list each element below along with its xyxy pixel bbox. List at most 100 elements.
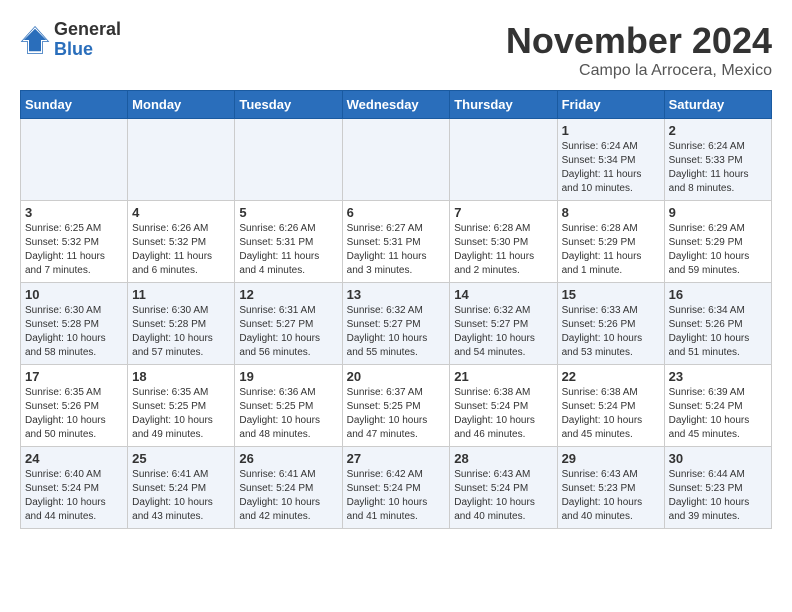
calendar-cell: 1 Sunrise: 6:24 AMSunset: 5:34 PMDaylight… <box>557 119 664 201</box>
calendar-week-row: 17 Sunrise: 6:35 AMSunset: 5:26 PMDayligh… <box>21 365 772 447</box>
calendar-cell: 18 Sunrise: 6:35 AMSunset: 5:25 PMDayligh… <box>128 365 235 447</box>
calendar-cell <box>450 119 557 201</box>
day-info: Sunrise: 6:26 AMSunset: 5:31 PMDaylight:… <box>239 222 337 278</box>
day-info: Sunrise: 6:29 AMSunset: 5:29 PMDaylight:… <box>669 222 767 278</box>
day-info: Sunrise: 6:26 AMSunset: 5:32 PMDaylight:… <box>132 222 230 278</box>
day-number: 5 <box>239 205 337 220</box>
logo: General Blue <box>20 20 121 60</box>
calendar-cell: 17 Sunrise: 6:35 AMSunset: 5:26 PMDayligh… <box>21 365 128 447</box>
day-number: 16 <box>669 287 767 302</box>
day-number: 29 <box>562 451 660 466</box>
day-info: Sunrise: 6:30 AMSunset: 5:28 PMDaylight:… <box>132 304 230 360</box>
calendar-week-row: 10 Sunrise: 6:30 AMSunset: 5:28 PMDayligh… <box>21 283 772 365</box>
weekday-header: Friday <box>557 91 664 119</box>
day-number: 7 <box>454 205 552 220</box>
calendar-cell: 8 Sunrise: 6:28 AMSunset: 5:29 PMDaylight… <box>557 201 664 283</box>
day-info: Sunrise: 6:28 AMSunset: 5:30 PMDaylight:… <box>454 222 552 278</box>
calendar-header: SundayMondayTuesdayWednesdayThursdayFrid… <box>21 91 772 119</box>
calendar-cell: 25 Sunrise: 6:41 AMSunset: 5:24 PMDayligh… <box>128 447 235 529</box>
header: General Blue November 2024 Campo la Arro… <box>20 20 772 80</box>
calendar-cell: 6Sunrise: 6:27 AMSunset: 5:31 PMDaylight… <box>342 201 450 283</box>
calendar-cell: 21Sunrise: 6:38 AMSunset: 5:24 PMDayligh… <box>450 365 557 447</box>
calendar: SundayMondayTuesdayWednesdayThursdayFrid… <box>20 90 772 529</box>
calendar-cell: 22 Sunrise: 6:38 AMSunset: 5:24 PMDayligh… <box>557 365 664 447</box>
calendar-cell: 3 Sunrise: 6:25 AMSunset: 5:32 PMDaylight… <box>21 201 128 283</box>
day-number: 24 <box>25 451 123 466</box>
day-number: 27 <box>347 451 446 466</box>
day-info: Sunrise: 6:42 AMSunset: 5:24 PMDaylight:… <box>347 468 446 524</box>
location: Campo la Arrocera, Mexico <box>506 62 772 80</box>
day-number: 9 <box>669 205 767 220</box>
day-number: 15 <box>562 287 660 302</box>
day-info: Sunrise: 6:34 AMSunset: 5:26 PMDaylight:… <box>669 304 767 360</box>
calendar-week-row: 24 Sunrise: 6:40 AMSunset: 5:24 PMDayligh… <box>21 447 772 529</box>
day-info: Sunrise: 6:38 AMSunset: 5:24 PMDaylight:… <box>562 386 660 442</box>
day-number: 1 <box>562 123 660 138</box>
day-number: 21 <box>454 369 552 384</box>
day-info: Sunrise: 6:32 AMSunset: 5:27 PMDaylight:… <box>454 304 552 360</box>
day-number: 4 <box>132 205 230 220</box>
day-info: Sunrise: 6:24 AMSunset: 5:34 PMDaylight:… <box>562 140 660 196</box>
day-info: Sunrise: 6:40 AMSunset: 5:24 PMDaylight:… <box>25 468 123 524</box>
day-number: 18 <box>132 369 230 384</box>
day-number: 25 <box>132 451 230 466</box>
calendar-week-row: 1 Sunrise: 6:24 AMSunset: 5:34 PMDaylight… <box>21 119 772 201</box>
logo-text: General Blue <box>54 20 121 60</box>
calendar-cell: 5 Sunrise: 6:26 AMSunset: 5:31 PMDaylight… <box>235 201 342 283</box>
day-number: 11 <box>132 287 230 302</box>
day-info: Sunrise: 6:44 AMSunset: 5:23 PMDaylight:… <box>669 468 767 524</box>
calendar-cell: 13Sunrise: 6:32 AMSunset: 5:27 PMDayligh… <box>342 283 450 365</box>
calendar-week-row: 3 Sunrise: 6:25 AMSunset: 5:32 PMDaylight… <box>21 201 772 283</box>
weekday-header-row: SundayMondayTuesdayWednesdayThursdayFrid… <box>21 91 772 119</box>
calendar-cell <box>342 119 450 201</box>
calendar-cell: 15Sunrise: 6:33 AMSunset: 5:26 PMDayligh… <box>557 283 664 365</box>
day-info: Sunrise: 6:28 AMSunset: 5:29 PMDaylight:… <box>562 222 660 278</box>
day-info: Sunrise: 6:35 AMSunset: 5:25 PMDaylight:… <box>132 386 230 442</box>
day-number: 17 <box>25 369 123 384</box>
calendar-cell <box>235 119 342 201</box>
day-number: 10 <box>25 287 123 302</box>
day-info: Sunrise: 6:25 AMSunset: 5:32 PMDaylight:… <box>25 222 123 278</box>
day-number: 2 <box>669 123 767 138</box>
day-number: 8 <box>562 205 660 220</box>
calendar-cell: 11 Sunrise: 6:30 AMSunset: 5:28 PMDayligh… <box>128 283 235 365</box>
calendar-cell: 27 Sunrise: 6:42 AMSunset: 5:24 PMDayligh… <box>342 447 450 529</box>
day-info: Sunrise: 6:37 AMSunset: 5:25 PMDaylight:… <box>347 386 446 442</box>
day-info: Sunrise: 6:43 AMSunset: 5:23 PMDaylight:… <box>562 468 660 524</box>
day-info: Sunrise: 6:30 AMSunset: 5:28 PMDaylight:… <box>25 304 123 360</box>
day-number: 3 <box>25 205 123 220</box>
calendar-cell: 9 Sunrise: 6:29 AMSunset: 5:29 PMDaylight… <box>664 201 771 283</box>
calendar-cell: 19Sunrise: 6:36 AMSunset: 5:25 PMDayligh… <box>235 365 342 447</box>
day-info: Sunrise: 6:32 AMSunset: 5:27 PMDaylight:… <box>347 304 446 360</box>
day-info: Sunrise: 6:36 AMSunset: 5:25 PMDaylight:… <box>239 386 337 442</box>
calendar-cell: 23 Sunrise: 6:39 AMSunset: 5:24 PMDayligh… <box>664 365 771 447</box>
day-number: 12 <box>239 287 337 302</box>
calendar-body: 1 Sunrise: 6:24 AMSunset: 5:34 PMDaylight… <box>21 119 772 529</box>
weekday-header: Sunday <box>21 91 128 119</box>
calendar-cell <box>21 119 128 201</box>
day-info: Sunrise: 6:31 AMSunset: 5:27 PMDaylight:… <box>239 304 337 360</box>
day-info: Sunrise: 6:41 AMSunset: 5:24 PMDaylight:… <box>132 468 230 524</box>
logo-icon <box>20 25 50 55</box>
day-number: 23 <box>669 369 767 384</box>
day-number: 30 <box>669 451 767 466</box>
month-title: November 2024 <box>506 20 772 62</box>
weekday-header: Saturday <box>664 91 771 119</box>
weekday-header: Thursday <box>450 91 557 119</box>
day-info: Sunrise: 6:41 AMSunset: 5:24 PMDaylight:… <box>239 468 337 524</box>
weekday-header: Tuesday <box>235 91 342 119</box>
day-number: 22 <box>562 369 660 384</box>
weekday-header: Monday <box>128 91 235 119</box>
calendar-cell: 30 Sunrise: 6:44 AMSunset: 5:23 PMDayligh… <box>664 447 771 529</box>
day-info: Sunrise: 6:35 AMSunset: 5:26 PMDaylight:… <box>25 386 123 442</box>
day-number: 26 <box>239 451 337 466</box>
calendar-cell: 14 Sunrise: 6:32 AMSunset: 5:27 PMDayligh… <box>450 283 557 365</box>
day-number: 14 <box>454 287 552 302</box>
calendar-cell: 24 Sunrise: 6:40 AMSunset: 5:24 PMDayligh… <box>21 447 128 529</box>
day-info: Sunrise: 6:39 AMSunset: 5:24 PMDaylight:… <box>669 386 767 442</box>
calendar-cell: 29 Sunrise: 6:43 AMSunset: 5:23 PMDayligh… <box>557 447 664 529</box>
calendar-cell: 7 Sunrise: 6:28 AMSunset: 5:30 PMDaylight… <box>450 201 557 283</box>
calendar-cell: 2Sunrise: 6:24 AMSunset: 5:33 PMDaylight… <box>664 119 771 201</box>
day-number: 6 <box>347 205 446 220</box>
title-area: November 2024 Campo la Arrocera, Mexico <box>506 20 772 80</box>
